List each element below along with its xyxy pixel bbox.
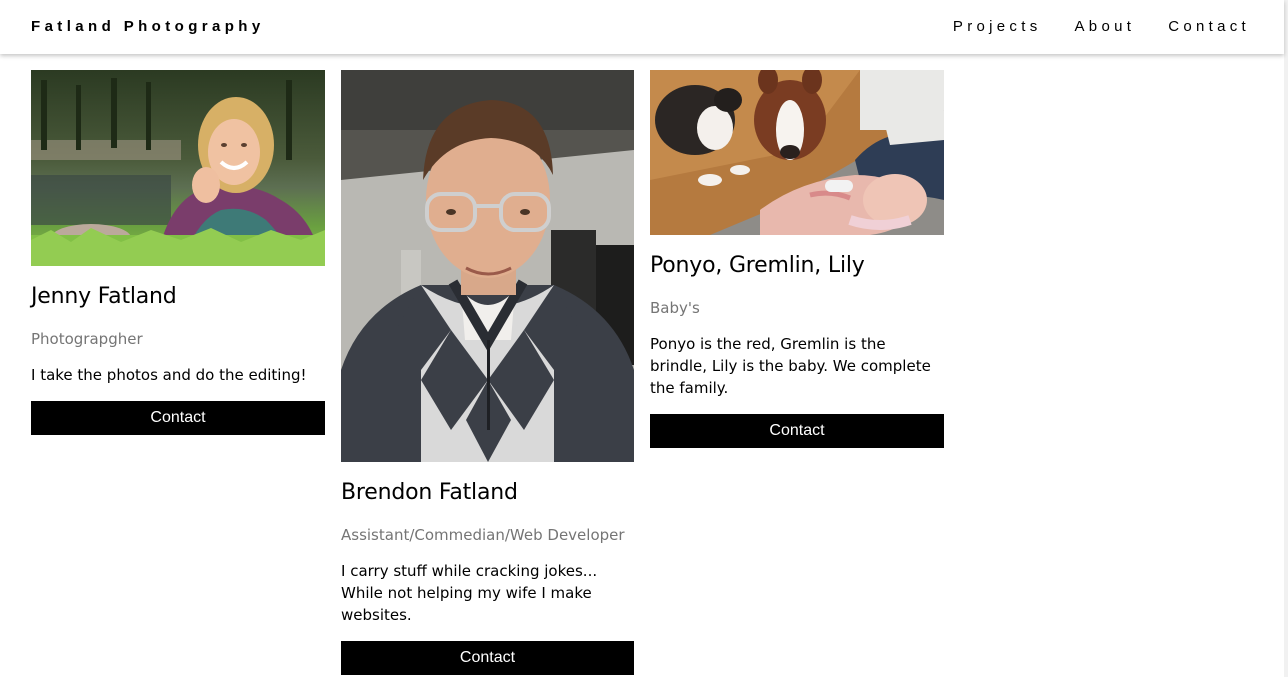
team-card-jenny: Jenny Fatland Photograpgher I take the p… [31, 70, 325, 435]
member-name: Brendon Fatland [341, 480, 518, 505]
member-name: Jenny Fatland [31, 284, 177, 309]
member-role: Baby's [650, 299, 700, 317]
contact-button[interactable]: Contact [341, 641, 634, 675]
nav-link-contact[interactable]: Contact [1168, 18, 1250, 35]
nav-link-about[interactable]: About [1075, 18, 1136, 35]
brendon-photo [341, 70, 634, 462]
member-bio: Ponyo is the red, Gremlin is the brindle… [650, 335, 931, 397]
member-bio: I carry stuff while cracking jokes... Wh… [341, 562, 598, 624]
nav-link-projects[interactable]: Projects [953, 18, 1042, 35]
member-bio: I take the photos and do the editing! [31, 366, 307, 384]
team-card-family-pets: Ponyo, Gremlin, Lily Baby's Ponyo is the… [650, 70, 944, 448]
main-nav: Projects About Contact [953, 18, 1250, 35]
member-role: Assistant/Commedian/Web Developer [341, 526, 625, 544]
site-brand[interactable]: Fatland Photography [31, 18, 265, 35]
contact-button[interactable]: Contact [31, 401, 325, 435]
family-pets-photo [650, 70, 944, 235]
member-role: Photograpgher [31, 330, 143, 348]
contact-button[interactable]: Contact [650, 414, 944, 448]
top-navigation-bar: Fatland Photography Projects About Conta… [0, 0, 1284, 54]
page-scrollbar[interactable] [1284, 0, 1288, 677]
member-name: Ponyo, Gremlin, Lily [650, 253, 865, 278]
jenny-photo [31, 70, 325, 266]
team-card-brendon: Brendon Fatland Assistant/Commedian/Web … [341, 70, 634, 675]
